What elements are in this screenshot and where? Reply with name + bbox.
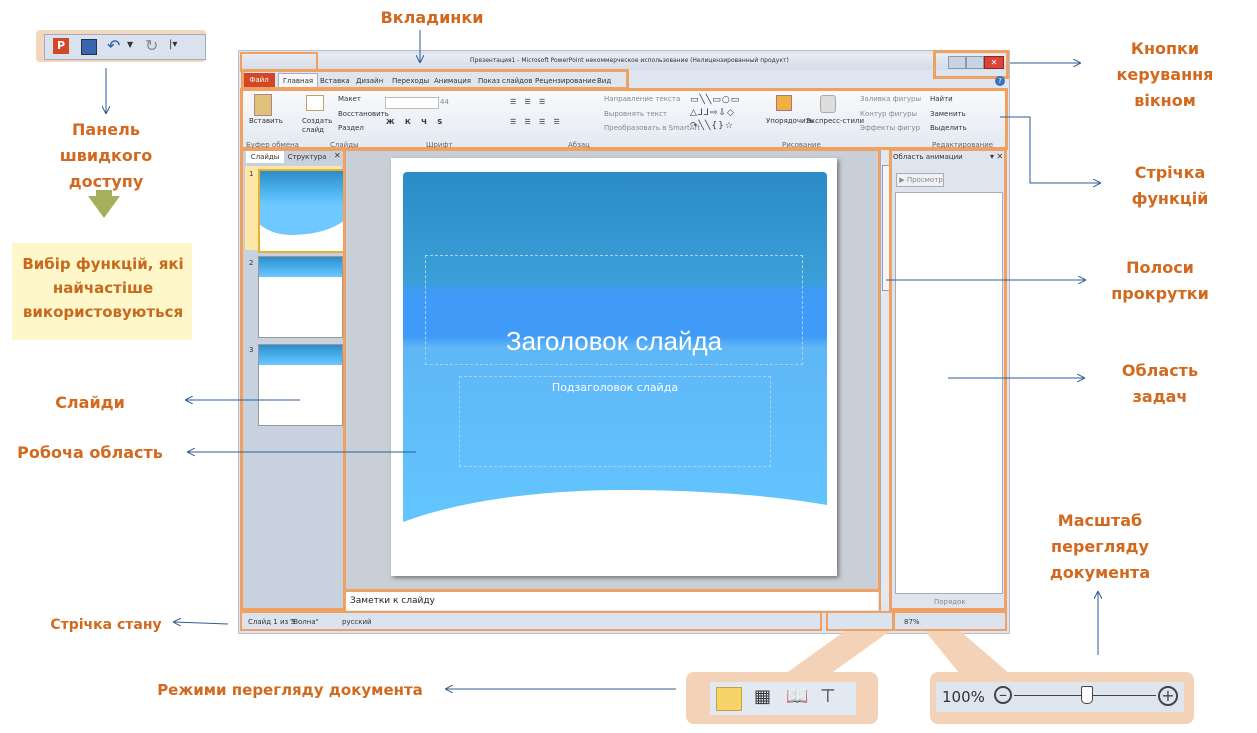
annotation-arrows: [0, 30, 1257, 733]
